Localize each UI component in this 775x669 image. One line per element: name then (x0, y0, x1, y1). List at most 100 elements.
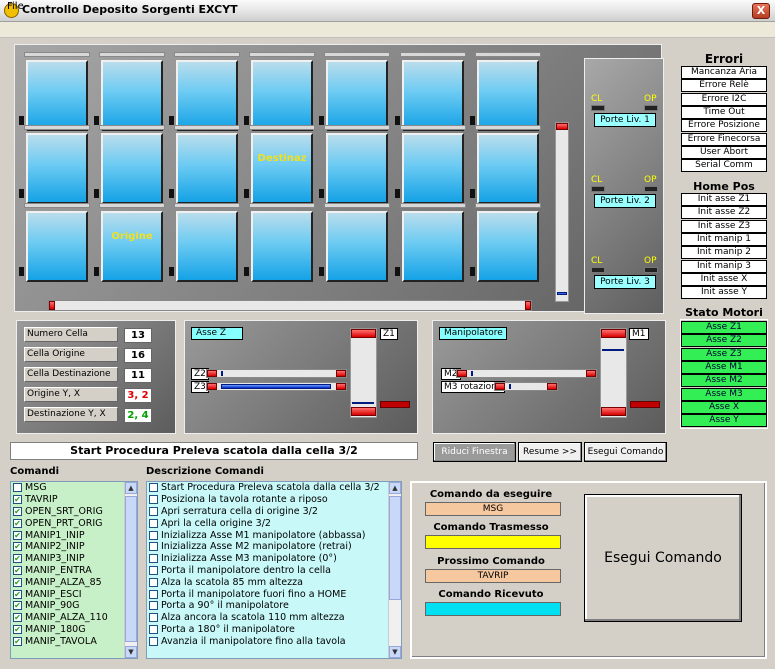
descrizione-row[interactable]: Posiziona la tavola rotante a riposo (147, 494, 401, 506)
storage-cell[interactable]: Origine (101, 211, 163, 282)
comando-checkbox[interactable]: ✔ (13, 624, 22, 634)
storage-cell[interactable] (402, 133, 464, 204)
comando-row[interactable]: MSG (11, 482, 137, 494)
errore-item[interactable]: Errore Posizione (681, 119, 767, 133)
stato-motore-item[interactable]: Asse Z2 (681, 334, 767, 348)
comando-checkbox[interactable]: ✔ (13, 601, 22, 611)
storage-cell[interactable] (326, 211, 388, 282)
y-axis-slider[interactable] (555, 122, 569, 302)
descrizione-row[interactable]: Start Procedura Preleva scatola dalla ce… (147, 482, 401, 494)
m3-knob-left[interactable] (495, 383, 505, 390)
descrizione-row[interactable]: Apri la cella origine 3/2 (147, 517, 401, 529)
descrizione-row[interactable]: Avanzia il manipolatore fino alla tavola (147, 635, 401, 647)
errore-item[interactable]: Errore Finecorsa (681, 132, 767, 146)
descrizione-row[interactable]: Apri serratura cella di origine 3/2 (147, 506, 401, 518)
descrizione-checkbox[interactable] (149, 577, 158, 587)
descrizione-scroll-thumb[interactable] (389, 496, 401, 600)
porte-livello-button[interactable]: Porte Liv. 1 (594, 113, 656, 127)
descrizione-listbox[interactable]: Start Procedura Preleva scatola dalla ce… (146, 481, 402, 659)
comando-checkbox[interactable]: ✔ (13, 565, 22, 575)
descrizione-checkbox[interactable] (149, 624, 158, 634)
comando-checkbox[interactable]: ✔ (13, 495, 22, 505)
comandi-scrollbar[interactable]: ▲ ▼ (124, 482, 137, 658)
esegui-comando-button[interactable]: Esegui Comando (584, 494, 742, 622)
storage-cell[interactable] (101, 133, 163, 204)
z3-knob-right[interactable] (336, 383, 346, 390)
home-pos-button[interactable]: Init asse Z1 (681, 193, 767, 206)
z2-knob-left[interactable] (207, 370, 217, 377)
comando-row[interactable]: ✔ MANIP1_INIP (11, 529, 137, 541)
storage-cell[interactable] (402, 211, 464, 282)
x-slider-knob-right[interactable] (525, 301, 531, 310)
m2-slider[interactable] (456, 369, 597, 378)
stato-motore-item[interactable]: Asse Z3 (681, 347, 767, 361)
storage-cell[interactable] (402, 60, 464, 131)
descrizione-row[interactable]: Porta a 180° il manipolatore (147, 624, 401, 636)
resume-button[interactable]: Resume >> (518, 442, 582, 462)
descrizione-checkbox[interactable] (149, 542, 158, 552)
comando-row[interactable]: ✔ MANIP_180G (11, 624, 137, 636)
errore-item[interactable]: Errore I2C (681, 92, 767, 106)
comandi-scroll-down-icon[interactable]: ▼ (125, 646, 137, 658)
comando-checkbox[interactable]: ✔ (13, 506, 22, 516)
m2-knob-right[interactable] (586, 370, 596, 377)
m2-knob-left[interactable] (457, 370, 467, 377)
x-axis-slider[interactable] (48, 300, 532, 311)
z1-knob-top[interactable] (351, 329, 376, 338)
descrizione-row[interactable]: Inizializza Asse M1 manipolatore (abbass… (147, 529, 401, 541)
stato-motore-item[interactable]: Asse M1 (681, 360, 767, 374)
comando-row[interactable]: ✔ MANIP3_INIP (11, 553, 137, 565)
comando-checkbox[interactable]: ✔ (13, 577, 22, 587)
porte-livello-button[interactable]: Porte Liv. 3 (594, 275, 656, 289)
storage-cell[interactable]: Destinaz (251, 133, 313, 204)
comando-checkbox[interactable]: ✔ (13, 589, 22, 599)
descrizione-checkbox[interactable] (149, 483, 158, 493)
storage-cell[interactable] (176, 60, 238, 131)
comando-checkbox[interactable]: ✔ (13, 542, 22, 552)
z3-slider[interactable] (206, 382, 347, 391)
storage-cell[interactable] (251, 60, 313, 131)
descrizione-checkbox[interactable] (149, 506, 158, 516)
home-pos-button[interactable]: Init asse Z2 (681, 206, 767, 220)
stato-motore-item[interactable]: Asse M2 (681, 374, 767, 388)
storage-cell[interactable] (477, 133, 539, 204)
home-pos-button[interactable]: Init manip 2 (681, 246, 767, 260)
comandi-scroll-thumb[interactable] (125, 496, 137, 642)
close-button[interactable]: X (752, 3, 770, 19)
descrizione-checkbox[interactable] (149, 495, 158, 505)
descrizione-row[interactable]: Inizializza Asse M3 manipolatore (0°) (147, 553, 401, 565)
z1-slider[interactable] (350, 328, 377, 418)
stato-motore-item[interactable]: Asse X (681, 400, 767, 414)
descrizione-checkbox[interactable] (149, 636, 158, 646)
comando-checkbox[interactable]: ✔ (13, 636, 22, 646)
menu-file[interactable]: File (7, 1, 24, 12)
storage-cell[interactable] (326, 60, 388, 131)
stato-motore-item[interactable]: Asse M3 (681, 387, 767, 401)
home-pos-button[interactable]: Init manip 1 (681, 232, 767, 246)
comando-checkbox[interactable]: ✔ (13, 613, 22, 623)
comando-checkbox[interactable]: ✔ (13, 554, 22, 564)
riduci-finestra-button[interactable]: Riduci Finestra (433, 442, 516, 462)
descrizione-row[interactable]: Alza ancora la scatola 110 mm altezza (147, 612, 401, 624)
m1-slider[interactable] (600, 328, 627, 418)
descrizione-row[interactable]: Alza la scatola 85 mm altezza (147, 576, 401, 588)
storage-cell[interactable] (26, 60, 88, 131)
comando-row[interactable]: ✔ MANIP2_INIP (11, 541, 137, 553)
descrizione-checkbox[interactable] (149, 601, 158, 611)
m1-knob-top[interactable] (601, 329, 626, 338)
descrizione-checkbox[interactable] (149, 565, 158, 575)
comando-checkbox[interactable] (13, 483, 22, 493)
home-pos-button[interactable]: Init asse Y (681, 286, 767, 300)
descrizione-checkbox[interactable] (149, 613, 158, 623)
descrizione-checkbox[interactable] (149, 518, 158, 528)
descrizione-checkbox[interactable] (149, 530, 158, 540)
descrizione-scroll-up-icon[interactable]: ▲ (389, 482, 401, 494)
storage-cell[interactable] (176, 133, 238, 204)
comando-row[interactable]: ✔ MANIP_ENTRA (11, 565, 137, 577)
comando-row[interactable]: ✔ MANIP_ALZA_110 (11, 612, 137, 624)
m3-slider[interactable] (494, 382, 558, 391)
x-slider-knob-left[interactable] (49, 301, 55, 310)
comando-row[interactable]: ✔ OPEN_SRT_ORIG (11, 506, 137, 518)
storage-cell[interactable] (477, 60, 539, 131)
descrizione-row[interactable]: Porta il manipolatore dentro la cella (147, 565, 401, 577)
